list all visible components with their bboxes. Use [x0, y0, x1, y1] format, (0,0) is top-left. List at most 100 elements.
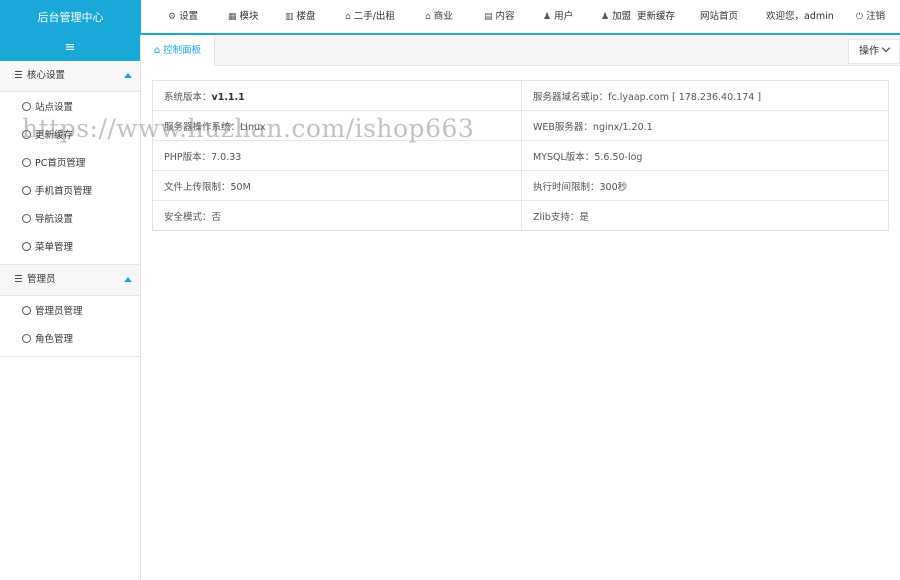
nav-item-10[interactable]: 欢迎您，admin [766, 0, 834, 33]
circle-icon [22, 130, 31, 139]
circle-icon [22, 158, 31, 167]
info-value: 5.6.50-log [594, 151, 643, 163]
nav-item-8[interactable]: 更新缓存 [637, 0, 675, 33]
info-cell: Zlib支持：是 [522, 201, 889, 231]
sidebar-group-header[interactable]: ☰ 核心设置 [0, 61, 140, 92]
list-icon: ☰ [14, 274, 23, 285]
nav-item-4[interactable]: ⌂ 商业 [425, 0, 453, 33]
info-label: MYSQL版本： [533, 151, 595, 163]
sidebar-item[interactable]: 菜单管理 [0, 234, 140, 262]
caret-up-icon [124, 73, 132, 78]
sidebar: ≡ ☰ 核心设置 站点设置 更新缓存 PC首页管理 手机首页管理 导航设置 菜单管理 ☰ 管理员管… [0, 35, 141, 580]
info-value: 50M [230, 181, 251, 193]
nav-item-label: 内容 [495, 11, 515, 22]
info-value: 是 [579, 211, 589, 223]
nav-item-3[interactable]: ⌂ 二手/出租 [345, 0, 395, 33]
info-value: 否 [211, 211, 222, 223]
power-icon: ⏻ [856, 12, 864, 22]
nav-item-label: 商业 [433, 11, 453, 22]
sidebar-group-title: 核心设置 [27, 70, 66, 81]
sidebar-item-label: PC首页管理 [35, 158, 86, 169]
nav-item-5[interactable]: ▤ 内容 [484, 0, 515, 33]
info-value: 7.0.33 [211, 151, 242, 163]
caret-up-icon [124, 277, 132, 282]
nav-item-11[interactable]: ⏻ 注销 [856, 0, 885, 33]
building-icon: ▥ [285, 12, 294, 22]
tab-dashboard[interactable]: ⌂ 控制面板 [141, 35, 215, 66]
info-label: 文件上传限制： [164, 181, 231, 193]
info-label: Zlib支持： [533, 211, 580, 223]
info-cell: 服务器操作系统：Linux [153, 110, 522, 141]
info-cell: 安全模式：否 [153, 200, 522, 230]
nav-item-7[interactable]: ♟ 加盟 [601, 0, 631, 33]
sidebar-item-label: 站点设置 [35, 102, 74, 113]
nav-item-label: 网站首页 [700, 11, 739, 22]
nav-item-9[interactable]: 网站首页 [700, 0, 738, 33]
nav-item-1[interactable]: ▦ 模块 [228, 0, 259, 33]
top-bar: 后台管理中心 ⚙ 设置 ▦ 模块 ▥ 楼盘 ⌂ 二手/出租 ⌂ 商业 ▤ 内容 ♟ 用户 ♟ 加盟 更新缓存 网站… [0, 0, 900, 35]
sidebar-item-label: 菜单管理 [35, 242, 74, 253]
sidebar-item[interactable]: 管理员管理 [0, 298, 140, 326]
nav-item-label: 欢迎您，admin [766, 11, 834, 22]
info-cell: WEB服务器：nginx/1.20.1 [521, 110, 888, 141]
operations-dropdown[interactable]: 操作 [848, 39, 900, 64]
info-label: WEB服务器： [533, 121, 593, 133]
sidebar-item[interactable]: 更新缓存 [0, 122, 140, 150]
tag-icon: ⌂ [345, 12, 351, 22]
sidebar-groups: ☰ 核心设置站点设置更新缓存 PC首页管理手机首页管理 导航设置菜单管理 ☰ 管理员管理员… [0, 61, 140, 357]
info-value: fc.lyaap.com [ 178.236.40.174 ] [608, 91, 762, 103]
info-label: 安全模式： [164, 211, 212, 223]
sidebar-item[interactable]: PC首页管理 [0, 150, 140, 178]
nav-item-0[interactable]: ⚙ 设置 [168, 0, 198, 33]
sidebar-item-label: 更新缓存 [35, 130, 74, 141]
sidebar-group-items: 站点设置更新缓存 PC首页管理手机首页管理 导航设置菜单管理 [0, 92, 140, 265]
chevron-down-icon [881, 43, 891, 53]
gear-icon: ⚙ [168, 12, 177, 22]
info-row: 系统版本：v1.1.1 服务器域名或ip：fc.lyaap.com [ 178.2… [153, 81, 888, 111]
nav-item-label: 加盟 [612, 11, 632, 22]
sidebar-item[interactable]: 导航设置 [0, 206, 140, 234]
app-title[interactable]: 后台管理中心 [0, 0, 141, 35]
nav-item-label: 二手/出租 [353, 11, 395, 22]
sidebar-group-items: 管理员管理 角色管理 [0, 296, 140, 357]
info-label: 系统版本： [164, 91, 212, 103]
sidebar-group-title: 管理员 [27, 274, 56, 285]
circle-icon [22, 334, 31, 343]
nav-item-6[interactable]: ♟ 用户 [543, 0, 573, 33]
info-row: PHP版本：7.0.33 MYSQL版本：5.6.50-log [153, 140, 888, 171]
info-cell: PHP版本：7.0.33 [153, 140, 522, 171]
info-value: v1.1.1 [211, 91, 245, 103]
info-label: 执行时间限制： [533, 181, 600, 193]
info-row: 安全模式：否 Zlib支持：是 [153, 200, 889, 231]
info-cell: 执行时间限制：300秒 [521, 170, 888, 201]
circle-icon [22, 306, 31, 315]
tab-dashboard-label: 控制面板 [163, 45, 202, 56]
info-label: 服务器操作系统： [164, 121, 241, 133]
sidebar-item-label: 角色管理 [35, 334, 74, 345]
shop-icon: ⌂ [425, 12, 431, 22]
sidebar-item[interactable]: 站点设置 [0, 94, 140, 122]
circle-icon [22, 186, 31, 195]
menu-toggle-icon[interactable]: ≡ [0, 35, 140, 61]
nav-item-2[interactable]: ▥ 楼盘 [285, 0, 316, 33]
users-icon: ♟ [601, 12, 610, 22]
info-value: nginx/1.20.1 [592, 121, 653, 133]
info-value: 300秒 [599, 181, 628, 193]
system-info-panel: 系统版本：v1.1.1 服务器域名或ip：fc.lyaap.com [ 178.2… [152, 80, 889, 231]
list-icon: ☰ [14, 70, 23, 81]
nav-item-label: 更新缓存 [637, 11, 676, 22]
info-value: Linux [240, 121, 266, 133]
nav-item-label: 楼盘 [296, 11, 316, 22]
sidebar-item[interactable]: 角色管理 [0, 326, 140, 354]
tab-bar: ⌂ 控制面板 操作 [141, 35, 900, 66]
sidebar-item-label: 管理员管理 [35, 306, 83, 317]
circle-icon [22, 242, 31, 251]
info-cell: 文件上传限制：50M [153, 170, 522, 201]
sidebar-item[interactable]: 手机首页管理 [0, 178, 140, 206]
info-row: 文件上传限制：50M 执行时间限制：300秒 [153, 170, 888, 201]
sidebar-group-header[interactable]: ☰ 管理员 [0, 265, 140, 296]
info-label: PHP版本： [164, 151, 212, 163]
nav-item-label: 设置 [179, 11, 199, 22]
nav-item-label: 模块 [239, 11, 259, 22]
doc-icon: ▤ [484, 12, 493, 22]
